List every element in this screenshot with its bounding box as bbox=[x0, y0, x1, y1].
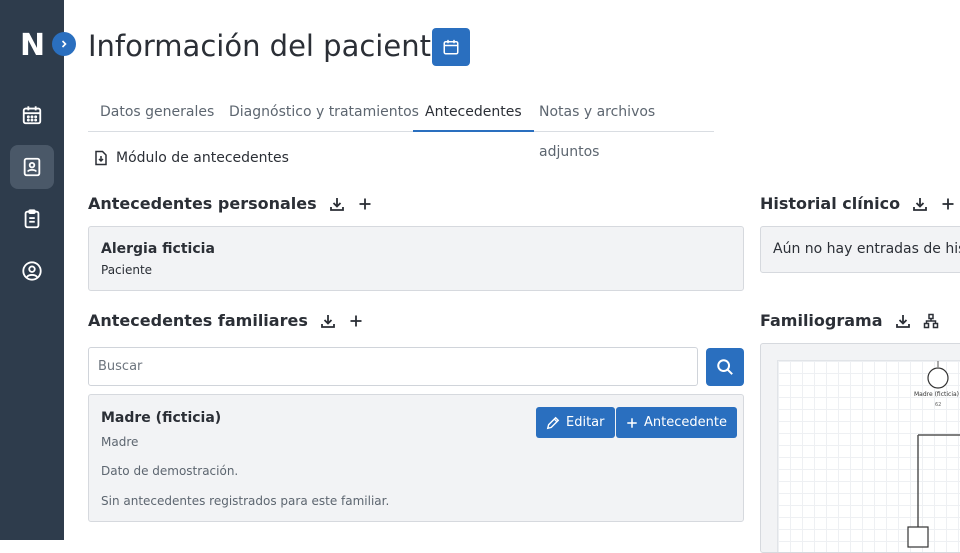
history-section-title: Historial clínico bbox=[760, 194, 901, 213]
search-icon bbox=[717, 359, 733, 375]
history-empty-card: Aún no hay entradas de historial bbox=[760, 226, 960, 273]
contact-card-icon bbox=[23, 157, 41, 177]
edit-button-label: Editar bbox=[566, 415, 605, 430]
add-history-button-label: Antecedente bbox=[644, 415, 727, 430]
family-member-card: Madre (ficticia) Madre Dato de demostrac… bbox=[88, 394, 744, 522]
sidebar-item-profile[interactable] bbox=[10, 249, 54, 293]
familiogram-section-header: Familiograma bbox=[760, 311, 939, 330]
personal-section-title: Antecedentes personales bbox=[88, 194, 317, 213]
hierarchy-icon[interactable] bbox=[923, 313, 939, 329]
clipboard-icon bbox=[24, 209, 40, 229]
family-search-input[interactable] bbox=[88, 347, 698, 386]
sidebar-toggle-button[interactable] bbox=[52, 32, 76, 56]
personal-section-header: Antecedentes personales bbox=[88, 194, 373, 213]
tab-datos-generales[interactable]: Datos generales bbox=[88, 92, 226, 132]
card-title: Alergia ficticia bbox=[101, 241, 215, 257]
family-member-empty: Sin antecedentes registrados para este f… bbox=[101, 494, 390, 508]
user-circle-icon bbox=[22, 261, 42, 281]
sidebar: N bbox=[0, 0, 64, 540]
familiogram-node-age: 62 bbox=[935, 402, 942, 408]
add-icon[interactable] bbox=[348, 313, 364, 329]
download-icon[interactable] bbox=[320, 313, 336, 329]
main-content: Información del paciente Datos generales… bbox=[64, 0, 960, 553]
calendar-icon bbox=[22, 106, 42, 125]
familiogram-node-label: Madre (ficticia) bbox=[914, 391, 960, 398]
tab-notas[interactable]: Notas y archivos adjuntos bbox=[527, 92, 714, 160]
download-icon[interactable] bbox=[329, 196, 345, 212]
calendar-button[interactable] bbox=[432, 28, 470, 66]
family-section-title: Antecedentes familiares bbox=[88, 311, 308, 330]
app-logo[interactable]: N bbox=[20, 28, 45, 64]
module-label: Módulo de antecedentes bbox=[116, 150, 289, 166]
calendar-icon bbox=[443, 39, 459, 55]
sidebar-item-calendar[interactable] bbox=[10, 93, 54, 137]
family-member-relation: Madre bbox=[101, 435, 139, 449]
add-icon[interactable] bbox=[357, 196, 373, 212]
tab-bar: Datos generales Diagnóstico y tratamient… bbox=[88, 92, 714, 160]
plus-icon bbox=[627, 417, 637, 428]
search-button[interactable] bbox=[706, 348, 744, 386]
chevron-right-icon bbox=[61, 40, 67, 48]
card-subtitle: Paciente bbox=[101, 263, 153, 277]
add-history-button[interactable]: Antecedente bbox=[616, 407, 737, 438]
familiogram-graph bbox=[907, 361, 960, 548]
page-title: Información del paciente bbox=[88, 29, 449, 63]
download-icon[interactable] bbox=[912, 196, 928, 212]
family-member-name: Madre (ficticia) bbox=[101, 410, 222, 426]
family-section-header: Antecedentes familiares bbox=[88, 311, 364, 330]
tab-diagnostico[interactable]: Diagnóstico y tratamientos bbox=[217, 92, 431, 132]
history-section-header: Historial clínico bbox=[760, 194, 956, 213]
history-empty-text: Aún no hay entradas de historial bbox=[773, 241, 960, 257]
pencil-icon bbox=[546, 416, 560, 429]
personal-history-card[interactable]: Alergia ficticia Paciente bbox=[88, 226, 744, 291]
sidebar-item-clipboard[interactable] bbox=[10, 197, 54, 241]
family-member-note: Dato de demostración. bbox=[101, 464, 239, 478]
familiogram-panel: Madre (ficticia) 62 bbox=[760, 343, 960, 553]
download-icon[interactable] bbox=[895, 313, 911, 329]
sidebar-item-patients[interactable] bbox=[10, 145, 54, 189]
edit-button[interactable]: Editar bbox=[536, 407, 615, 438]
module-link[interactable]: Módulo de antecedentes bbox=[94, 150, 289, 166]
familiogram-title: Familiograma bbox=[760, 311, 883, 330]
familiogram-canvas[interactable]: Madre (ficticia) 62 bbox=[777, 360, 960, 552]
tab-antecedentes[interactable]: Antecedentes bbox=[413, 92, 534, 132]
add-icon[interactable] bbox=[940, 196, 956, 212]
file-download-icon bbox=[95, 150, 107, 166]
